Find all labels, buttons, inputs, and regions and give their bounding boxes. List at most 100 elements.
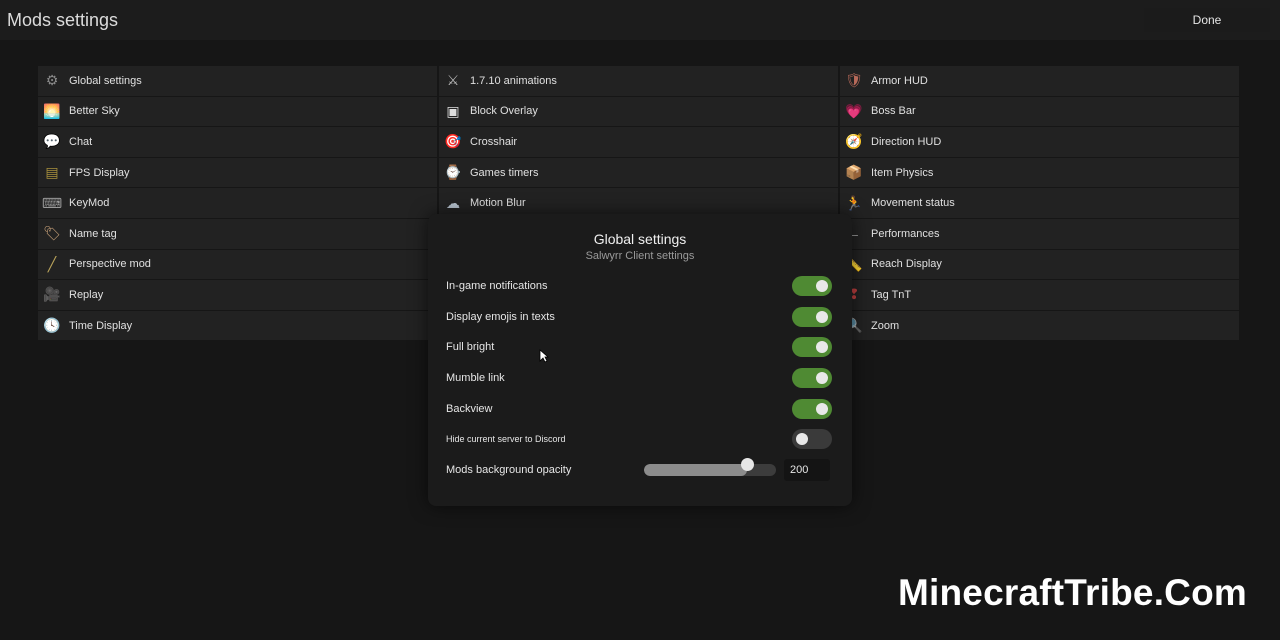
mod-item[interactable]: ⚔ 1.7.10 animations [439,66,838,96]
mod-label: Chat [69,135,93,148]
block-outline-icon: ▣ [446,102,460,119]
setting-row: Backview [446,398,832,420]
mod-item[interactable]: 💗 Boss Bar [840,96,1239,127]
toggle-knob [816,280,828,292]
panel-subtitle: Salwyrr Client settings [585,250,695,262]
mod-item[interactable]: 🎯 Crosshair [439,127,838,157]
mod-item[interactable]: ▣ Block Overlay [439,96,838,127]
mod-label: Replay [69,288,104,301]
mod-label: Perspective mod [69,258,151,271]
sunset-sky-icon: 🌅 [43,102,61,119]
mod-label: Direction HUD [871,135,942,148]
blur-cloud-icon: ☁ [446,194,460,211]
crossed-swords-icon: ⚔ [446,72,460,89]
mod-item[interactable]: ❢ Tag TnT [840,280,1239,310]
toggle-switch[interactable] [792,368,832,388]
mod-label: Boss Bar [871,105,916,118]
toggle-switch[interactable] [792,429,832,449]
display-panel-icon: ▤ [45,164,59,181]
page-title: Mods settings [7,10,119,30]
mod-item[interactable]: 🧭 Direction HUD [840,127,1239,157]
mod-item[interactable]: 💬 Chat [38,127,437,157]
mod-item[interactable]: 🎥 Replay [38,280,437,310]
setting-row: Full bright [446,336,832,358]
mod-item[interactable]: 🛡 Armor HUD [840,66,1239,96]
setting-row: In-game notifications [446,275,832,297]
setting-label: Backview [446,403,493,415]
toggle-knob [816,372,828,384]
opacity-value-input[interactable]: 200 [784,459,830,481]
mod-label: Block Overlay [470,105,538,118]
mod-item[interactable]: 📦 Item Physics [840,157,1239,188]
mod-item[interactable]: 🔍 Zoom [840,310,1239,341]
clock-icon: 🕓 [43,317,61,334]
mod-item[interactable]: 🏃 Movement status [840,188,1239,218]
mod-label: Games timers [470,166,539,179]
film-camera-icon: 🎥 [43,286,61,303]
mod-item[interactable]: ▤ FPS Display [38,157,437,188]
name-tag-icon: 🏷 [43,225,61,242]
gear-icon: ⚙ [45,72,59,89]
mod-label: FPS Display [69,166,130,179]
global-settings-panel: Global settings Salwyrr Client settings … [428,214,852,506]
mods-column: 🛡 Armor HUD 💗 Boss Bar 🧭 Direction HUD 📦 Item P… [840,66,1239,342]
mod-label: Time Display [69,319,133,332]
panel-title: Global settings [593,231,687,247]
setting-row: Mumble link [446,367,832,389]
mod-label: Global settings [69,74,142,87]
setting-row: Display emojis in texts [446,306,832,328]
setting-label: Display emojis in texts [446,311,555,323]
mouse-cursor-icon [539,349,549,363]
mod-label: Item Physics [871,166,934,179]
setting-label: Hide current server to Discord [446,434,566,444]
camera-pole-icon: ╱ [47,255,57,272]
mod-label: Name tag [69,227,117,240]
toggle-switch[interactable] [792,276,832,296]
setting-label: Full bright [446,341,495,353]
mod-item[interactable]: ⚙ Global settings [38,66,437,96]
running-figure-icon: 🏃 [845,194,863,211]
mod-item[interactable]: ╱ Perspective mod [38,249,437,280]
toggle-knob [816,311,828,323]
slider-handle[interactable] [741,458,754,471]
mod-label: Movement status [871,197,955,210]
mod-label: Tag TnT [871,288,912,301]
mods-column: ⚙ Global settings 🌅 Better Sky 💬 Chat ▤ FPS Dis… [38,66,437,342]
mod-item[interactable]: – Performances [840,218,1239,249]
mod-item[interactable]: ⌨ KeyMod [38,188,437,218]
done-button[interactable]: Done [1144,8,1270,32]
mod-item[interactable]: 📏 Reach Display [840,249,1239,280]
toggle-knob [816,403,828,415]
setting-row-mods-background-opacity: Mods background opacity 200 [446,458,832,481]
keyboard-icon: ⌨ [41,194,63,211]
top-bar: Mods settings Done [0,0,1280,40]
mod-label: 1.7.10 animations [470,74,557,87]
setting-label: Mumble link [446,372,505,384]
mod-item[interactable]: 🏷 Name tag [38,218,437,249]
stopwatch-icon: ⌚ [444,164,462,181]
mod-label: Armor HUD [871,74,928,87]
shield-icon: 🛡 [845,72,863,89]
mod-label: Performances [871,227,940,240]
mod-item[interactable]: 🕓 Time Display [38,310,437,341]
compass-icon: 🧭 [845,133,863,150]
target-icon: 🎯 [444,133,462,150]
mod-item[interactable]: 🌅 Better Sky [38,96,437,127]
opacity-slider[interactable] [644,464,776,476]
crate-icon: 📦 [845,164,863,181]
setting-label: In-game notifications [446,280,548,292]
mod-label: Zoom [871,319,900,332]
heart-icon: 💗 [845,102,863,119]
mod-label: Reach Display [871,258,942,271]
slider-fill [644,464,747,476]
toggle-knob [796,433,808,445]
toggle-switch[interactable] [792,337,832,357]
speech-bubble-icon: 💬 [43,133,61,150]
setting-row: Hide current server to Discord [446,428,832,450]
toggle-switch[interactable] [792,399,832,419]
mod-label: Motion Blur [470,197,526,210]
setting-label: Mods background opacity [446,464,572,476]
mod-label: Crosshair [470,135,518,148]
mod-item[interactable]: ⌚ Games timers [439,157,838,188]
toggle-switch[interactable] [792,307,832,327]
